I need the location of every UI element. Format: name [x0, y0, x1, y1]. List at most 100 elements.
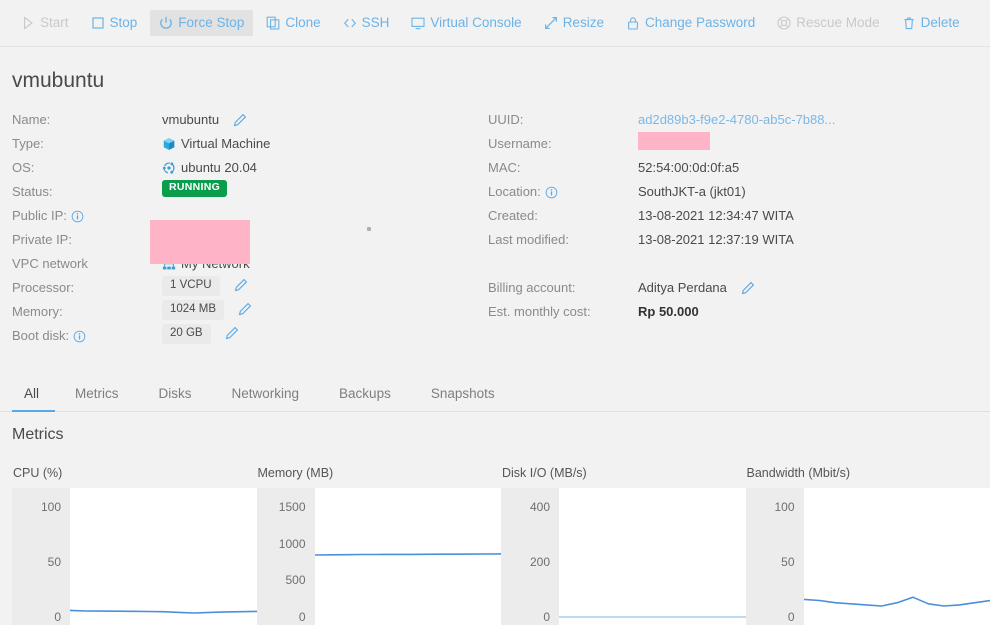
stop-icon: [91, 16, 105, 30]
toolbar-button-start: Start: [12, 10, 78, 36]
y-tick-label: 50: [781, 555, 794, 569]
detail-row-username: Username:: [488, 132, 968, 156]
location-label: Location:: [488, 180, 638, 204]
chart-title: CPU (%): [12, 466, 257, 480]
tab-networking[interactable]: Networking: [212, 387, 320, 413]
y-tick-label: 500: [285, 573, 305, 587]
memory-chip: 1024 MB: [162, 300, 224, 320]
tab-backups[interactable]: Backups: [319, 387, 411, 413]
edit-memory-pencil-icon[interactable]: [237, 302, 252, 317]
created-label: Created:: [488, 204, 638, 228]
toolbar-button-label: Rescue Mode: [796, 16, 879, 30]
memory-value-group: 1024 MB: [162, 300, 252, 320]
chart-plot-area: [70, 488, 257, 625]
uuid-label: UUID:: [488, 108, 638, 132]
toolbar-button-rescue-mode: Rescue Mode: [768, 10, 888, 36]
chart-plot-area: [315, 488, 502, 625]
toolbar-button-delete[interactable]: Delete: [893, 10, 969, 36]
billing-account-value-group: Aditya Perdana: [638, 276, 755, 300]
billing-account-label: Billing account:: [488, 276, 638, 300]
detail-tabs: AllMetricsDisksNetworkingBackupsSnapshot…: [0, 370, 990, 412]
status-label: Status:: [12, 180, 162, 204]
toolbar-button-label: SSH: [362, 16, 390, 30]
detail-row-created: Created: 13-08-2021 12:34:47 WITA: [488, 204, 968, 228]
boot-disk-value-group: 20 GB: [162, 324, 239, 344]
metrics-charts-row: CPU (%)050100Memory (MB)050010001500Disk…: [12, 466, 990, 625]
y-tick-label: 400: [530, 500, 550, 514]
y-tick-label: 100: [41, 500, 61, 514]
toolbar-button-resize[interactable]: Resize: [535, 10, 613, 36]
detail-row-name: Name: vmubuntu: [12, 108, 482, 132]
detail-row-last-modified: Last modified: 13-08-2021 12:37:19 WITA: [488, 228, 968, 252]
chart-y-axis: 050100: [12, 488, 70, 625]
location-value: SouthJKT-a (jkt01): [638, 180, 746, 204]
public-ip-redaction: [150, 220, 250, 264]
chart-body: 050010001500: [257, 488, 502, 625]
tab-snapshots[interactable]: Snapshots: [411, 387, 515, 413]
detail-row-memory: Memory: 1024 MB: [12, 300, 482, 324]
trash-icon: [902, 16, 916, 30]
detail-row-boot-disk: Boot disk: 20 GB: [12, 324, 482, 348]
details-column-right: UUID: ad2d89b3-f9e2-4780-ab5c-7b88... Us…: [488, 108, 968, 324]
username-value-group: [638, 132, 710, 150]
y-tick-label: 0: [54, 610, 61, 624]
toolbar-button-change-password[interactable]: Change Password: [617, 10, 764, 36]
public-ip-label: Public IP:: [12, 204, 162, 228]
detail-row-monthly-cost: Est. monthly cost: Rp 50.000: [488, 300, 968, 324]
chart-cpu: CPU (%)050100: [12, 466, 257, 625]
chart-plot-area: [559, 488, 746, 625]
boot-disk-info-icon[interactable]: [73, 330, 86, 343]
tab-disks[interactable]: Disks: [139, 387, 212, 413]
chart-plot-area: [804, 488, 990, 625]
os-label: OS:: [12, 156, 162, 180]
detail-row-processor: Processor: 1 VCPU: [12, 276, 482, 300]
lock-icon: [626, 16, 640, 30]
toolbar-button-force-stop[interactable]: Force Stop: [150, 10, 253, 36]
username-redaction: [638, 132, 710, 150]
toolbar-button-label: Delete: [921, 16, 960, 30]
chart-body: 0200400: [501, 488, 746, 625]
tab-all[interactable]: All: [12, 387, 55, 413]
last-modified-value: 13-08-2021 12:37:19 WITA: [638, 228, 794, 252]
edit-name-pencil-icon[interactable]: [232, 113, 247, 128]
username-label: Username:: [488, 132, 638, 156]
toolbar-button-label: Start: [40, 16, 69, 30]
mac-value: 52:54:00:0d:0f:a5: [638, 156, 739, 180]
y-tick-label: 0: [788, 610, 795, 624]
toolbar-button-virtual-console[interactable]: Virtual Console: [402, 10, 530, 36]
toolbar-button-clone[interactable]: Clone: [257, 10, 329, 36]
uuid-value-group: ad2d89b3-f9e2-4780-ab5c-7b88...: [638, 108, 835, 132]
monthly-cost-value: Rp 50.000: [638, 300, 699, 324]
public-ip-info-icon[interactable]: [71, 210, 84, 223]
created-value: 13-08-2021 12:34:47 WITA: [638, 204, 794, 228]
uuid-link[interactable]: ad2d89b3-f9e2-4780-ab5c-7b88...: [638, 108, 835, 132]
y-tick-label: 0: [299, 610, 306, 624]
type-value: Virtual Machine: [181, 132, 270, 156]
code-icon: [343, 16, 357, 30]
metrics-heading: Metrics: [12, 426, 990, 444]
last-modified-label: Last modified:: [488, 228, 638, 252]
chart-y-axis: 050100: [746, 488, 804, 625]
chart-body: 050100: [12, 488, 257, 625]
chart-y-axis: 0200400: [501, 488, 559, 625]
name-label: Name:: [12, 108, 162, 132]
toolbar-button-stop[interactable]: Stop: [82, 10, 147, 36]
chart-title: Memory (MB): [257, 466, 502, 480]
toolbar-button-ssh[interactable]: SSH: [334, 10, 399, 36]
type-label: Type:: [12, 132, 162, 156]
virtual-machine-cube-icon: [162, 137, 176, 151]
play-icon: [21, 16, 35, 30]
location-info-icon[interactable]: [545, 186, 558, 199]
type-value-group: Virtual Machine: [162, 132, 270, 156]
power-icon: [159, 16, 173, 30]
edit-processor-pencil-icon[interactable]: [233, 278, 248, 293]
tab-metrics[interactable]: Metrics: [55, 387, 139, 413]
detail-row-billing-account: Billing account: Aditya Perdana: [488, 276, 968, 300]
toolbar-button-label: Force Stop: [178, 16, 244, 30]
billing-account-value: Aditya Perdana: [638, 276, 727, 300]
boot-disk-label: Boot disk:: [12, 324, 162, 348]
edit-boot-disk-pencil-icon[interactable]: [224, 326, 239, 341]
edit-billing-account-pencil-icon[interactable]: [740, 281, 755, 296]
detail-row-type: Type: Virtual Machine: [12, 132, 482, 156]
toolbar-button-label: Clone: [285, 16, 320, 30]
